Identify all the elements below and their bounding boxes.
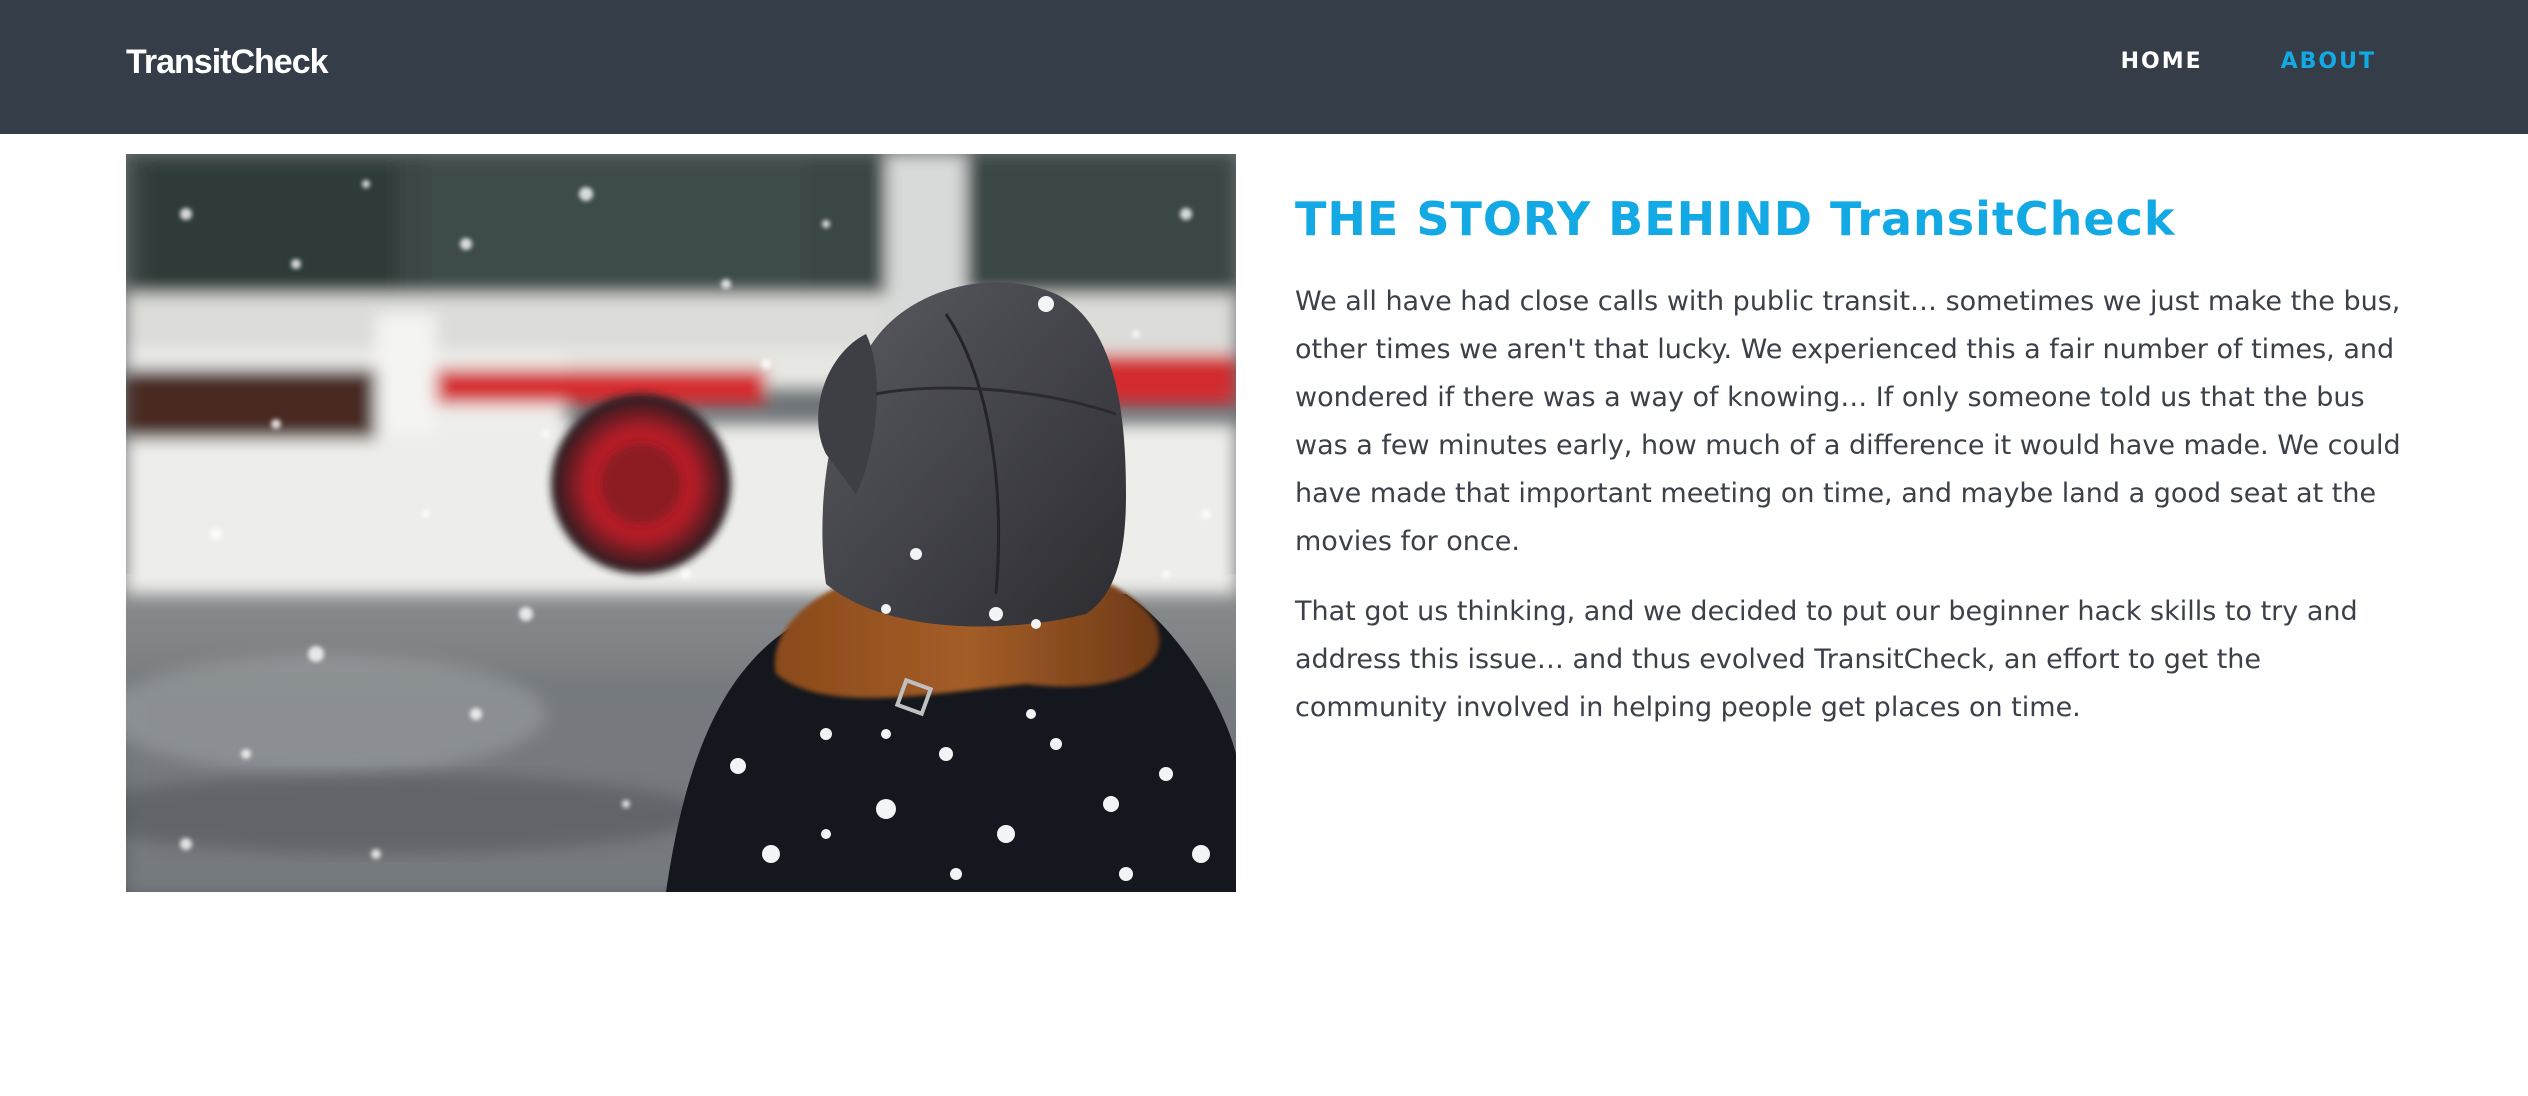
nav-menu: HOME ABOUT: [2121, 46, 2376, 78]
story-section: THE STORY BEHIND TransitCheck We all hav…: [1295, 190, 2410, 754]
story-paragraph-1: We all have had close calls with public …: [1295, 286, 2401, 557]
nav-link-about[interactable]: ABOUT: [2281, 46, 2376, 78]
story-paragraph-2: That got us thinking, and we decided to …: [1295, 596, 2358, 723]
top-navbar: TransitCheck HOME ABOUT: [0, 0, 2528, 134]
story-title: THE STORY BEHIND TransitCheck: [1295, 192, 2176, 246]
brand-logo-link[interactable]: TransitCheck: [126, 40, 329, 84]
nav-link-home[interactable]: HOME: [2121, 46, 2203, 78]
hero-photo: [126, 154, 1236, 892]
